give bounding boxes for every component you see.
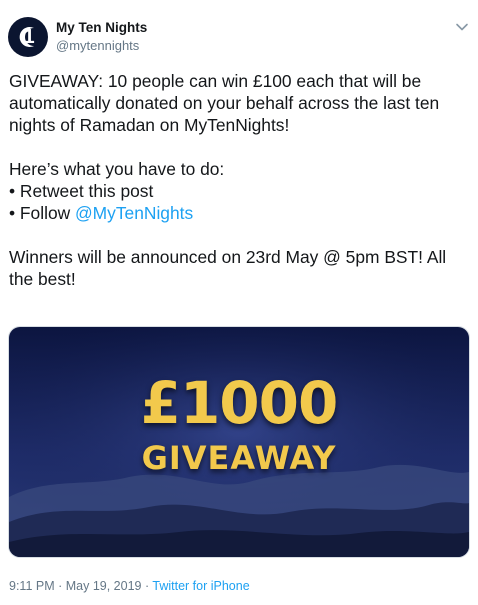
tweet-line: Winners will be announced on 23rd May @ … — [9, 247, 447, 267]
tweet-time[interactable]: 9:11 PM — [9, 579, 55, 593]
author-name[interactable]: My Ten Nights — [56, 20, 147, 35]
bullet-follow-prefix: • Follow — [9, 203, 76, 223]
tweet-line: the best! — [9, 269, 76, 289]
tweet-image[interactable]: £1000 GIVEAWAY — [8, 326, 470, 558]
tweet-text: GIVEAWAY: 10 people can win £100 each th… — [9, 70, 469, 290]
tweet-line: GIVEAWAY: 10 people can win £100 each th… — [9, 71, 422, 91]
bullet-retweet: • Retweet this post — [9, 181, 154, 201]
meta-separator: · — [54, 579, 66, 593]
tweet-line: nights of Ramadan on MyTenNights! — [9, 115, 290, 135]
author-handle[interactable]: @mytennights — [56, 38, 139, 53]
crescent-icon — [19, 27, 34, 47]
tweet-source-link[interactable]: Twitter for iPhone — [152, 579, 249, 593]
mention-link[interactable]: @MyTenNights — [75, 203, 193, 223]
promo-amount: £1000 — [140, 369, 339, 437]
tweet-line: Here’s what you have to do: — [9, 159, 225, 179]
promo-label: GIVEAWAY — [141, 439, 337, 477]
bullet-follow: • Follow @MyTenNights — [9, 202, 469, 224]
avatar[interactable]: 1 — [8, 17, 48, 57]
tweet-line: automatically donated on your behalf acr… — [9, 93, 440, 113]
chevron-down-icon[interactable] — [455, 20, 469, 34]
tweet-meta: 9:11 PM · May 19, 2019 · Twitter for iPh… — [9, 579, 250, 593]
tweet-date[interactable]: May 19, 2019 — [66, 579, 142, 593]
meta-separator: · — [141, 579, 153, 593]
tweet: 1 My Ten Nights @mytennights GIVEAWAY: 1… — [0, 0, 478, 605]
